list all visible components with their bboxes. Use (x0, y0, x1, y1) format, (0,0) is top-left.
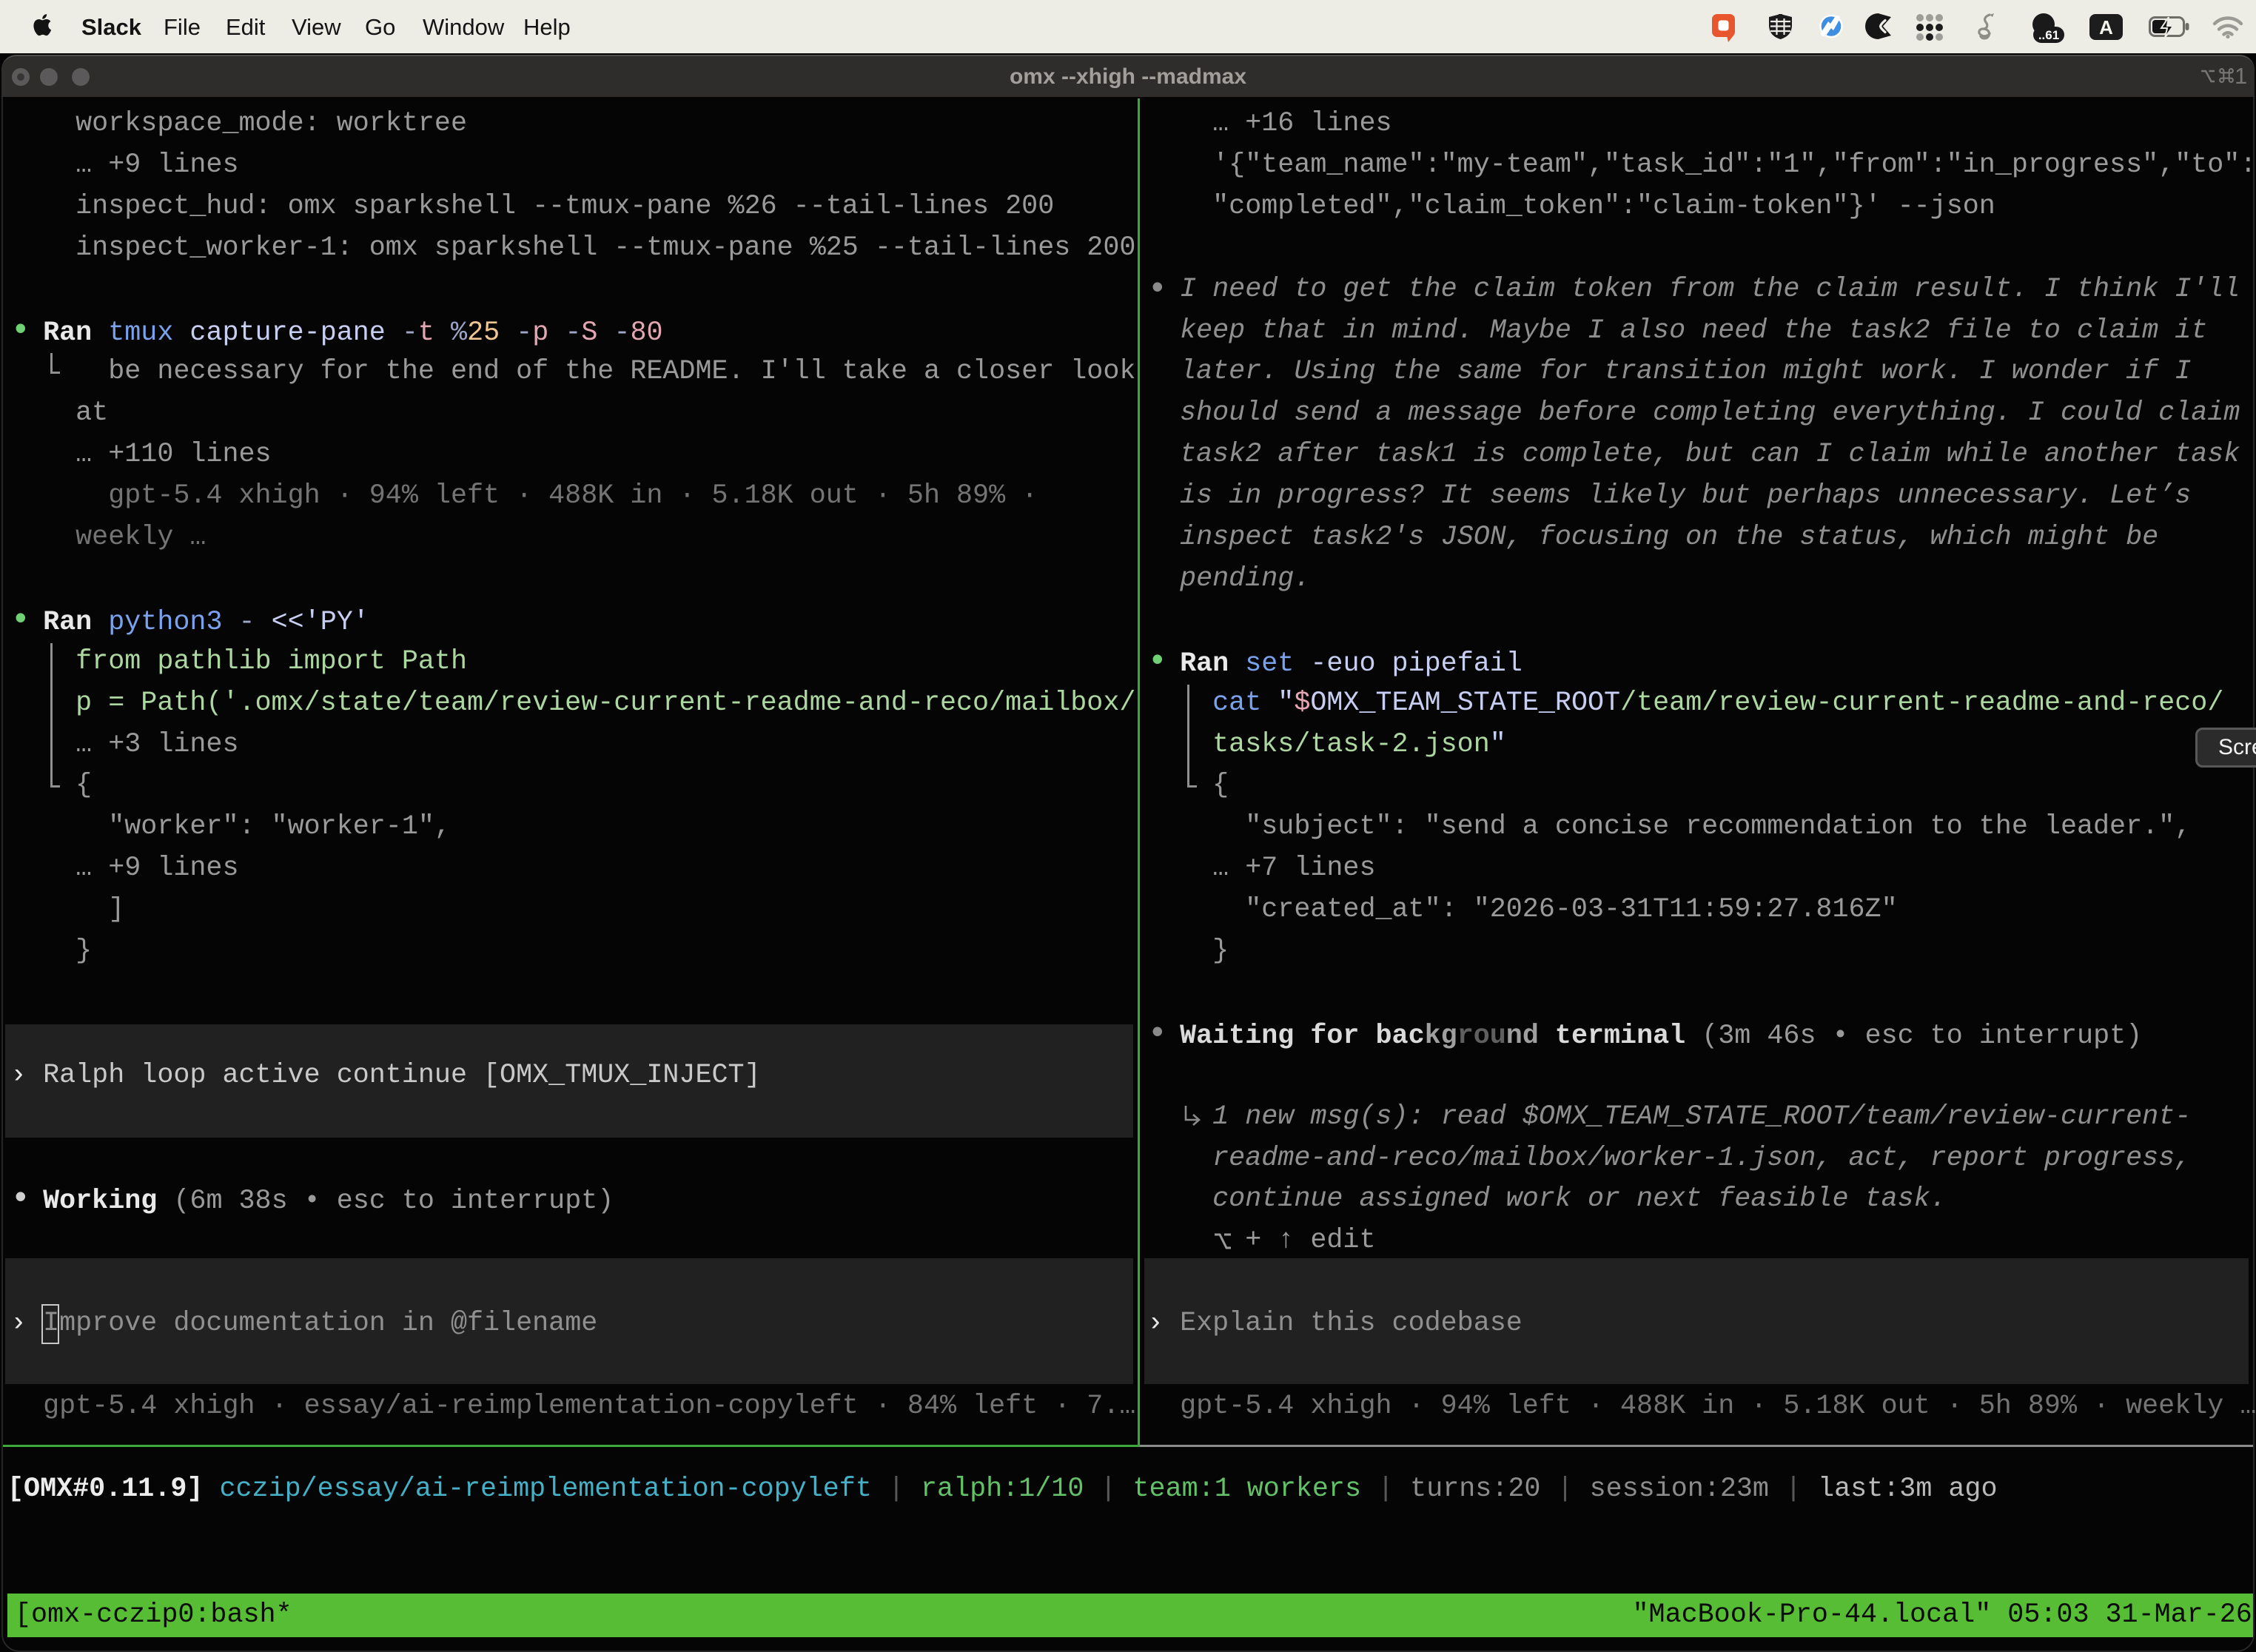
svg-text:A: A (2099, 16, 2113, 38)
svg-text:..61: ..61 (2038, 28, 2059, 42)
